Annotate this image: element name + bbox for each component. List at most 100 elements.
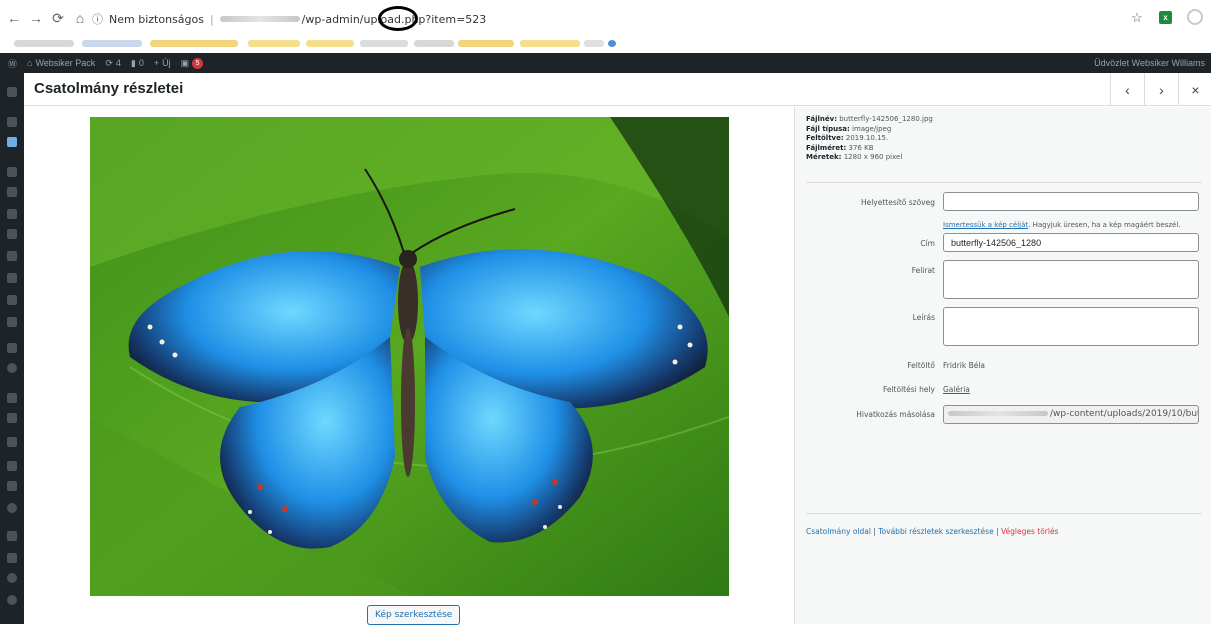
media-icon[interactable] [7, 137, 17, 147]
caption-label: Felirat [911, 266, 935, 275]
menu-item-icon[interactable] [7, 209, 17, 219]
bookmark-item[interactable] [458, 40, 514, 47]
wp-logo-icon[interactable]: Ⓦ [8, 57, 17, 70]
delete-permanently-link[interactable]: Végleges törlés [1001, 527, 1059, 536]
uploaded-to-label: Feltöltési hely [882, 385, 935, 394]
wrench-icon[interactable] [7, 393, 17, 403]
extension-icon[interactable]: x [1159, 11, 1172, 24]
wp-admin-menu [0, 73, 24, 624]
menu-item-icon[interactable] [7, 317, 17, 327]
attachment-actions: Csatolmány oldal | További részletek sze… [806, 527, 1059, 536]
description-label: Leírás [912, 313, 935, 322]
bookmark-item[interactable] [584, 40, 604, 47]
modal-title: Csatolmány részletei [34, 80, 184, 97]
chevron-left-icon: ‹ [1125, 81, 1130, 98]
menu-item-icon[interactable] [7, 343, 17, 353]
bookmark-item[interactable] [248, 40, 300, 47]
comments-link[interactable]: ▮ 0 [131, 58, 144, 69]
address-bar[interactable]: ⓘ Nem biztonságos | /wp-admin/upload.php… [92, 9, 1152, 29]
forward-icon[interactable]: → [26, 8, 46, 28]
caption-textarea[interactable] [943, 260, 1199, 299]
users-icon[interactable] [7, 437, 17, 447]
bookmark-item[interactable] [608, 40, 616, 47]
menu-item-icon[interactable] [7, 413, 17, 423]
alt-text-input[interactable] [943, 192, 1199, 211]
plus-icon: + [153, 58, 160, 68]
info-icon[interactable]: ⓘ [92, 11, 103, 27]
alt-text-help: Ismertessük a kép célját. Hagyjuk üresen… [943, 221, 1181, 229]
uploaded-to-link[interactable]: Galéria [943, 385, 970, 394]
security-label: Nem biztonságos [109, 12, 204, 26]
attachment-page-link[interactable]: Csatolmány oldal [806, 527, 871, 536]
menu-item-icon[interactable] [7, 503, 17, 513]
plugin-icon: ▣ [180, 57, 190, 68]
alt-text-help-link[interactable]: Ismertessük a kép célját [943, 221, 1028, 229]
bookmark-item[interactable] [150, 40, 238, 47]
blurred-domain [948, 411, 1048, 416]
annotation-circle [378, 6, 418, 31]
reload-icon[interactable]: ⟳ [48, 8, 68, 28]
bookmark-item[interactable] [520, 40, 580, 47]
comments-menu-icon[interactable] [7, 229, 17, 239]
meta-filetype: Fájl típusa: image/jpeg [806, 124, 892, 133]
next-button[interactable]: › [1144, 73, 1178, 106]
updates-link[interactable]: ⟳ 4 [105, 58, 121, 69]
title-label: Cím [920, 239, 935, 248]
media-preview-area: Kép szerkesztése [24, 107, 794, 625]
attachment-details-modal: Csatolmány részletei ‹ › × Kép szerkeszt… [24, 73, 1211, 625]
bookmark-item[interactable] [360, 40, 408, 47]
copy-link-label: Hivatkozás másolása [856, 410, 935, 419]
menu-item-icon[interactable] [7, 187, 17, 197]
bookmark-star-icon[interactable]: ☆ [1131, 10, 1143, 26]
pin-icon[interactable] [7, 117, 17, 127]
greeting[interactable]: Üdvözlet Websiker Williams [1094, 58, 1205, 68]
close-button[interactable]: × [1178, 73, 1211, 106]
settings-icon[interactable] [7, 461, 17, 471]
previous-button[interactable]: ‹ [1110, 73, 1144, 106]
divider [806, 182, 1202, 183]
home-icon: ⌂ [27, 58, 33, 68]
menu-item-icon[interactable] [7, 573, 17, 583]
menu-item-icon[interactable] [7, 531, 17, 541]
bookmark-item[interactable] [414, 40, 454, 47]
uploader-value: Fridrik Béla [943, 361, 986, 370]
bookmark-item[interactable] [306, 40, 354, 47]
meta-filesize: Fájlméret: 376 KB [806, 143, 874, 152]
meta-dimensions: Méretek: 1280 x 960 pixel [806, 153, 903, 161]
meta-uploaded: Feltöltve: 2019.10.15. [806, 134, 889, 142]
wp-admin-bar: Ⓦ ⌂ Websiker Pack ⟳ 4 ▮ 0 + Új ▣ 5 Üdvözlet W… [0, 53, 1211, 73]
notifications-link[interactable]: ▣ 5 [180, 57, 204, 69]
bookmark-item[interactable] [14, 40, 74, 47]
close-icon: × [1191, 81, 1200, 98]
home-icon[interactable]: ⌂ [70, 8, 90, 28]
site-name-link[interactable]: ⌂ Websiker Pack [27, 58, 95, 68]
menu-item-icon[interactable] [7, 251, 17, 261]
edit-image-button[interactable]: Kép szerkesztése [367, 605, 461, 625]
alt-text-label: Helyettesítő szöveg [860, 198, 935, 207]
bookmark-item[interactable] [82, 40, 142, 47]
dashboard-icon[interactable] [7, 87, 17, 97]
plugins-icon[interactable] [7, 295, 17, 305]
meta-filename: Fájlnév: butterfly-142506_1280.jpg [806, 115, 933, 123]
back-icon[interactable]: ← [4, 8, 24, 28]
profile-avatar-icon[interactable] [1187, 9, 1203, 25]
description-textarea[interactable] [943, 307, 1199, 346]
modal-header: Csatolmány részletei ‹ › × [24, 73, 1211, 106]
notification-badge: 5 [192, 57, 204, 69]
tools-icon[interactable] [7, 273, 17, 283]
edit-more-details-link[interactable]: További részletek szerkesztése [878, 527, 993, 536]
bookmarks-bar [0, 36, 1211, 53]
butterfly-image [90, 117, 729, 596]
menu-item-icon[interactable] [7, 481, 17, 491]
updates-icon: ⟳ [105, 57, 113, 68]
file-meta: Fájlnév: butterfly-142506_1280.jpg Fájl … [806, 115, 933, 163]
new-content-link[interactable]: + Új [154, 58, 171, 68]
collapse-menu-icon[interactable] [7, 595, 17, 605]
comment-icon: ▮ [130, 57, 136, 68]
shield-icon[interactable] [7, 553, 17, 563]
menu-item-icon[interactable] [7, 363, 17, 373]
copy-link-input[interactable]: /wp-content/uploads/2019/10/butte [943, 405, 1199, 424]
attachment-info-panel: Fájlnév: butterfly-142506_1280.jpg Fájl … [794, 107, 1211, 624]
page-icon[interactable] [7, 167, 17, 177]
title-input[interactable] [943, 233, 1199, 252]
